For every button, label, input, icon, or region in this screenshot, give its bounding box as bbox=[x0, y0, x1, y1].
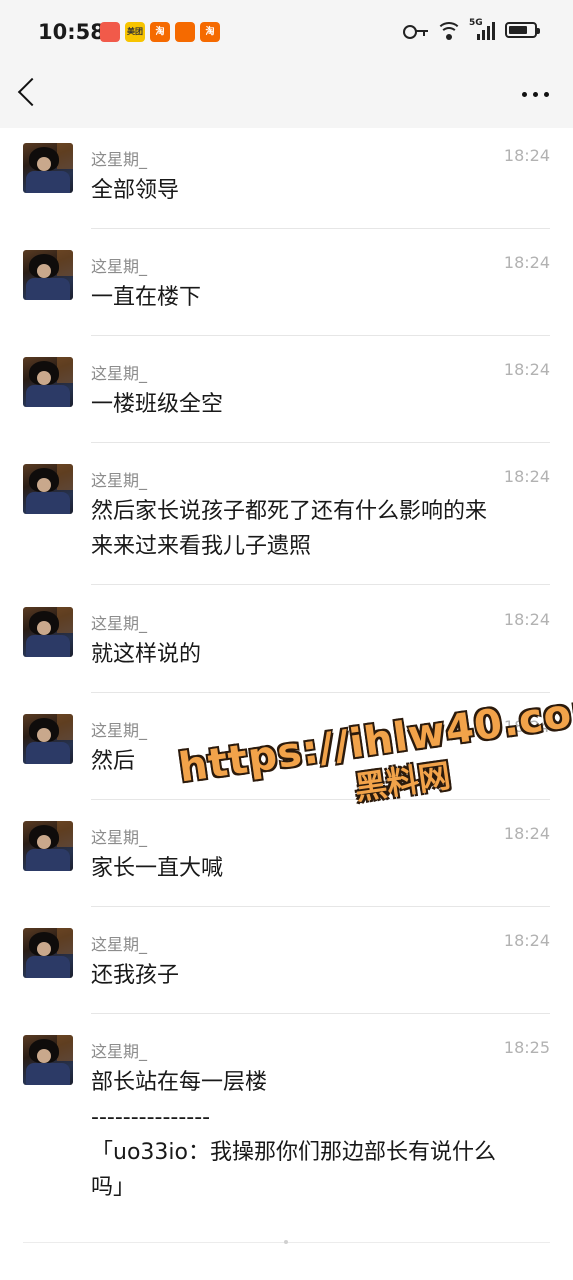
more-dots-icon[interactable] bbox=[522, 92, 549, 97]
app-icon bbox=[175, 22, 195, 42]
message-time: 18:24 bbox=[503, 253, 550, 272]
message-text: 家长一直大喊 bbox=[91, 856, 224, 881]
sender-name: 这星期_ bbox=[91, 935, 148, 954]
page-indicator-dot bbox=[284, 1240, 288, 1244]
notification-app-icons: 美团 淘 淘 bbox=[100, 22, 220, 42]
battery-icon bbox=[505, 22, 540, 38]
message-time: 18:24 bbox=[503, 717, 550, 736]
message-text: 一楼班级全空 bbox=[91, 392, 224, 417]
message-time: 18:25 bbox=[503, 1038, 550, 1057]
message-time: 18:24 bbox=[503, 931, 550, 950]
heart-app-icon bbox=[100, 22, 120, 42]
message-time: 18:24 bbox=[503, 467, 550, 486]
avatar[interactable] bbox=[23, 143, 73, 193]
avatar[interactable] bbox=[23, 250, 73, 300]
meituan-app-icon: 美团 bbox=[125, 22, 145, 42]
message-time: 18:24 bbox=[503, 146, 550, 165]
avatar[interactable] bbox=[23, 928, 73, 978]
key-icon bbox=[403, 20, 429, 40]
avatar[interactable] bbox=[23, 357, 73, 407]
sender-name: 这星期_ bbox=[91, 471, 148, 490]
message-text: 就这样说的 bbox=[91, 642, 202, 667]
message-text: 一直在楼下 bbox=[91, 285, 202, 310]
network-type-label: 5G bbox=[469, 18, 483, 28]
sender-name: 这星期_ bbox=[91, 150, 148, 169]
avatar[interactable] bbox=[23, 714, 73, 764]
avatar[interactable] bbox=[23, 607, 73, 657]
sender-name: 这星期_ bbox=[91, 257, 148, 276]
taobao-app-icon: 淘 bbox=[150, 22, 170, 42]
message-text: 然后 bbox=[91, 749, 136, 774]
status-time: 10:58 bbox=[38, 20, 105, 44]
wifi-icon bbox=[437, 20, 461, 40]
message-time: 18:24 bbox=[503, 824, 550, 843]
sender-name: 这星期_ bbox=[91, 364, 148, 383]
sender-name: 这星期_ bbox=[91, 614, 148, 633]
message-text: 部长站在每一层楼 --------------- 「uo33io：我操那你们那边… bbox=[91, 1070, 496, 1200]
avatar[interactable] bbox=[23, 821, 73, 871]
message-text: 全部领导 bbox=[91, 178, 180, 203]
message-text: 还我孩子 bbox=[91, 963, 180, 988]
status-indicators: 5G bbox=[403, 18, 540, 40]
message-time: 18:24 bbox=[503, 610, 550, 629]
message-time: 18:24 bbox=[503, 360, 550, 379]
sender-name: 这星期_ bbox=[91, 828, 148, 847]
avatar[interactable] bbox=[23, 464, 73, 514]
message-text: 然后家长说孩子都死了还有什么影响的来 来来过来看我儿子遗照 bbox=[91, 499, 488, 559]
watermark-name: 黑料网 bbox=[352, 756, 453, 808]
cellular-signal-icon: 5G bbox=[469, 18, 497, 40]
sender-name: 这星期_ bbox=[91, 1042, 148, 1061]
status-bar: 10:58 美团 淘 淘 5G bbox=[0, 0, 573, 66]
sender-name: 这星期_ bbox=[91, 721, 148, 740]
chat-header bbox=[0, 66, 573, 128]
taobao-app-icon: 淘 bbox=[200, 22, 220, 42]
avatar[interactable] bbox=[23, 1035, 73, 1085]
